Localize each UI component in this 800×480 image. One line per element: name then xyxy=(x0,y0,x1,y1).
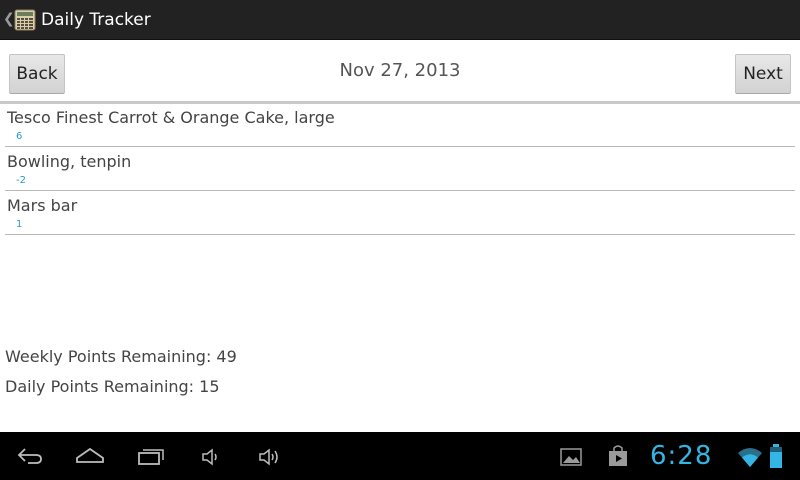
system-bar: 6:28 xyxy=(0,432,800,480)
entry-name: Mars bar xyxy=(7,196,78,215)
recent-apps-icon[interactable] xyxy=(137,446,165,466)
date-label: Nov 27, 2013 xyxy=(339,60,461,81)
list-item[interactable]: Bowling, tenpin -2 xyxy=(0,148,800,192)
play-store-icon[interactable] xyxy=(607,444,629,468)
home-icon[interactable] xyxy=(75,446,105,466)
entry-list: Tesco Finest Carrot & Orange Cake, large… xyxy=(0,104,800,236)
list-item[interactable]: Mars bar 1 xyxy=(0,192,800,236)
entry-points: -2 xyxy=(16,175,26,186)
status-clock: 6:28 xyxy=(650,441,713,471)
volume-up-icon[interactable] xyxy=(258,448,282,466)
screen: ❮ Daily Tracker Back Nov 27, 2013 Next T… xyxy=(0,0,800,480)
action-bar: ❮ Daily Tracker xyxy=(0,0,800,40)
app-title: Daily Tracker xyxy=(41,10,151,30)
list-divider xyxy=(5,190,795,191)
volume-down-icon[interactable] xyxy=(201,448,221,466)
calculator-icon[interactable] xyxy=(14,9,36,31)
daily-points-remaining: Daily Points Remaining: 15 xyxy=(5,377,220,396)
gallery-icon[interactable] xyxy=(560,447,582,467)
next-button[interactable]: Next xyxy=(735,54,791,94)
list-item[interactable]: Tesco Finest Carrot & Orange Cake, large… xyxy=(0,104,800,148)
entry-name: Tesco Finest Carrot & Orange Cake, large xyxy=(7,108,335,127)
date-navigation: Back Nov 27, 2013 Next xyxy=(0,40,800,102)
list-divider xyxy=(5,234,795,235)
wifi-icon xyxy=(738,448,762,467)
entry-points: 6 xyxy=(16,131,23,142)
points-summary: Weekly Points Remaining: 49 Daily Points… xyxy=(5,347,237,407)
battery-icon xyxy=(770,444,782,468)
back-caret-icon[interactable]: ❮ xyxy=(3,11,15,27)
back-icon[interactable] xyxy=(16,446,44,466)
weekly-points-remaining: Weekly Points Remaining: 49 xyxy=(5,347,237,366)
entry-name: Bowling, tenpin xyxy=(7,152,132,171)
entry-points: 1 xyxy=(16,219,23,230)
list-divider xyxy=(5,146,795,147)
